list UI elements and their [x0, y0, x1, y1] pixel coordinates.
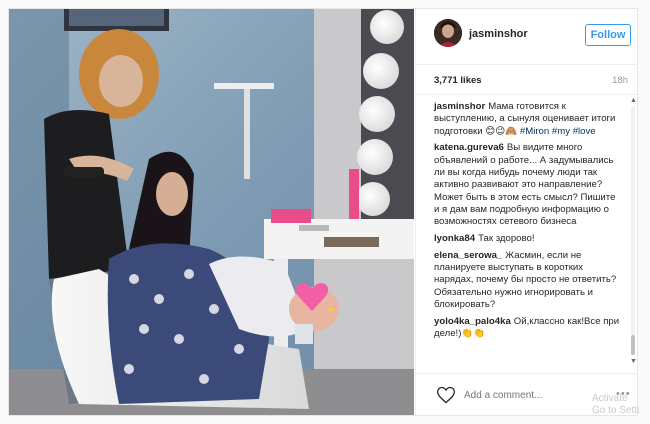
- post-time[interactable]: 18h: [612, 75, 628, 86]
- scrollbar-thumb[interactable]: [631, 335, 635, 355]
- scroll-up-arrow-icon[interactable]: ▲: [630, 97, 637, 104]
- comment-item: jasminshor Мама готовится к выступлению, …: [434, 101, 620, 138]
- comment-item: katena.gureva6 Вы видите много объявлений…: [434, 142, 620, 228]
- comment-text: Так здорово!: [478, 232, 535, 244]
- comments-content: jasminshor Мама готовится к выступлению, …: [434, 101, 620, 345]
- avatar[interactable]: [434, 19, 462, 47]
- comment-item: elena_serowa_ Жасмин, если не планируете …: [434, 250, 620, 311]
- hashtag-link[interactable]: #love: [573, 126, 596, 137]
- likes-count[interactable]: 3,771 likes: [434, 75, 482, 86]
- post-header: jasminshor Follow: [416, 9, 638, 65]
- comment-username[interactable]: katena.gureva6: [434, 142, 504, 153]
- comment-text: Вы видите много объявлений о работе... А…: [434, 142, 616, 228]
- comment-username[interactable]: lyonka84: [434, 233, 475, 244]
- comment-username[interactable]: jasminshor: [434, 101, 485, 112]
- comment-item: yolo4ka_palo4ka Ой,классно как!Все при де…: [434, 316, 620, 341]
- windows-activation-watermark: Activate Go to Setti: [592, 393, 639, 417]
- post-details-panel: jasminshor Follow 3,771 likes 18h jasmin…: [415, 9, 638, 415]
- hashtag-link[interactable]: #my: [552, 126, 570, 137]
- comment-item: lyonka84 Так здорово!: [434, 233, 620, 245]
- comment-username[interactable]: elena_serowa_: [434, 250, 502, 261]
- instagram-post-card: ✦ jasminshor Follow 3,771 likes 18h jasm…: [8, 8, 638, 416]
- post-photo[interactable]: ✦: [9, 9, 414, 415]
- comment-username[interactable]: yolo4ka_palo4ka: [434, 316, 511, 327]
- follow-button[interactable]: Follow: [585, 24, 631, 46]
- heart-icon[interactable]: [436, 385, 456, 405]
- scrollbar-track[interactable]: [631, 107, 635, 355]
- comments-scrollbar[interactable]: ▲ ▼: [628, 95, 638, 367]
- post-username[interactable]: jasminshor: [469, 28, 528, 40]
- svg-text:✦: ✦: [327, 305, 335, 316]
- hashtag-link[interactable]: #Miron: [520, 126, 549, 137]
- watermark-line-2: Go to Setti: [592, 405, 640, 416]
- scroll-down-arrow-icon[interactable]: ▼: [630, 358, 637, 365]
- comments-list[interactable]: jasminshor Мама готовится к выступлению, …: [416, 95, 638, 367]
- post-stats: 3,771 likes 18h: [416, 65, 638, 95]
- watermark-line-1: Activate: [592, 393, 628, 404]
